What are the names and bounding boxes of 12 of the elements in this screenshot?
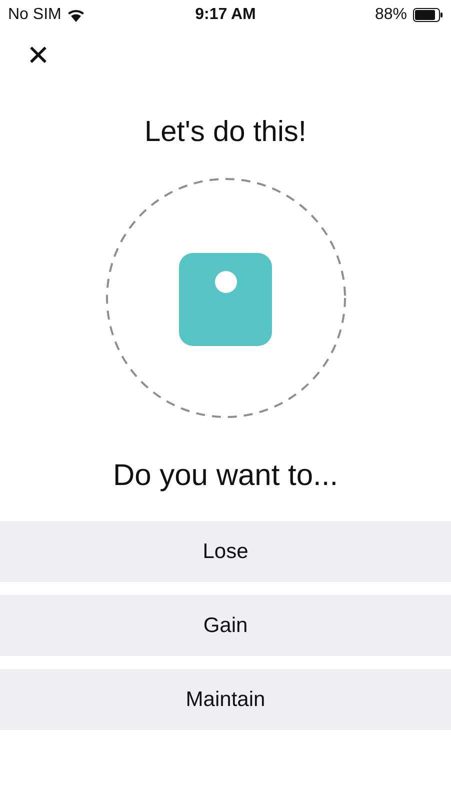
- question-text: Do you want to...: [112, 459, 340, 493]
- option-button[interactable]: Gain: [0, 595, 451, 656]
- scale-icon: [178, 253, 272, 346]
- title: Let's do this!: [144, 116, 308, 149]
- wifi-icon: [67, 8, 86, 22]
- option-button[interactable]: Maintain: [0, 669, 451, 730]
- battery-icon: [412, 8, 443, 22]
- close-button[interactable]: ✕: [22, 40, 54, 72]
- option-button[interactable]: Lose: [0, 521, 451, 582]
- carrier-label: No SIM: [8, 6, 62, 24]
- clock-time: 9:17 AM: [195, 6, 256, 24]
- battery-percent: 88%: [374, 6, 407, 24]
